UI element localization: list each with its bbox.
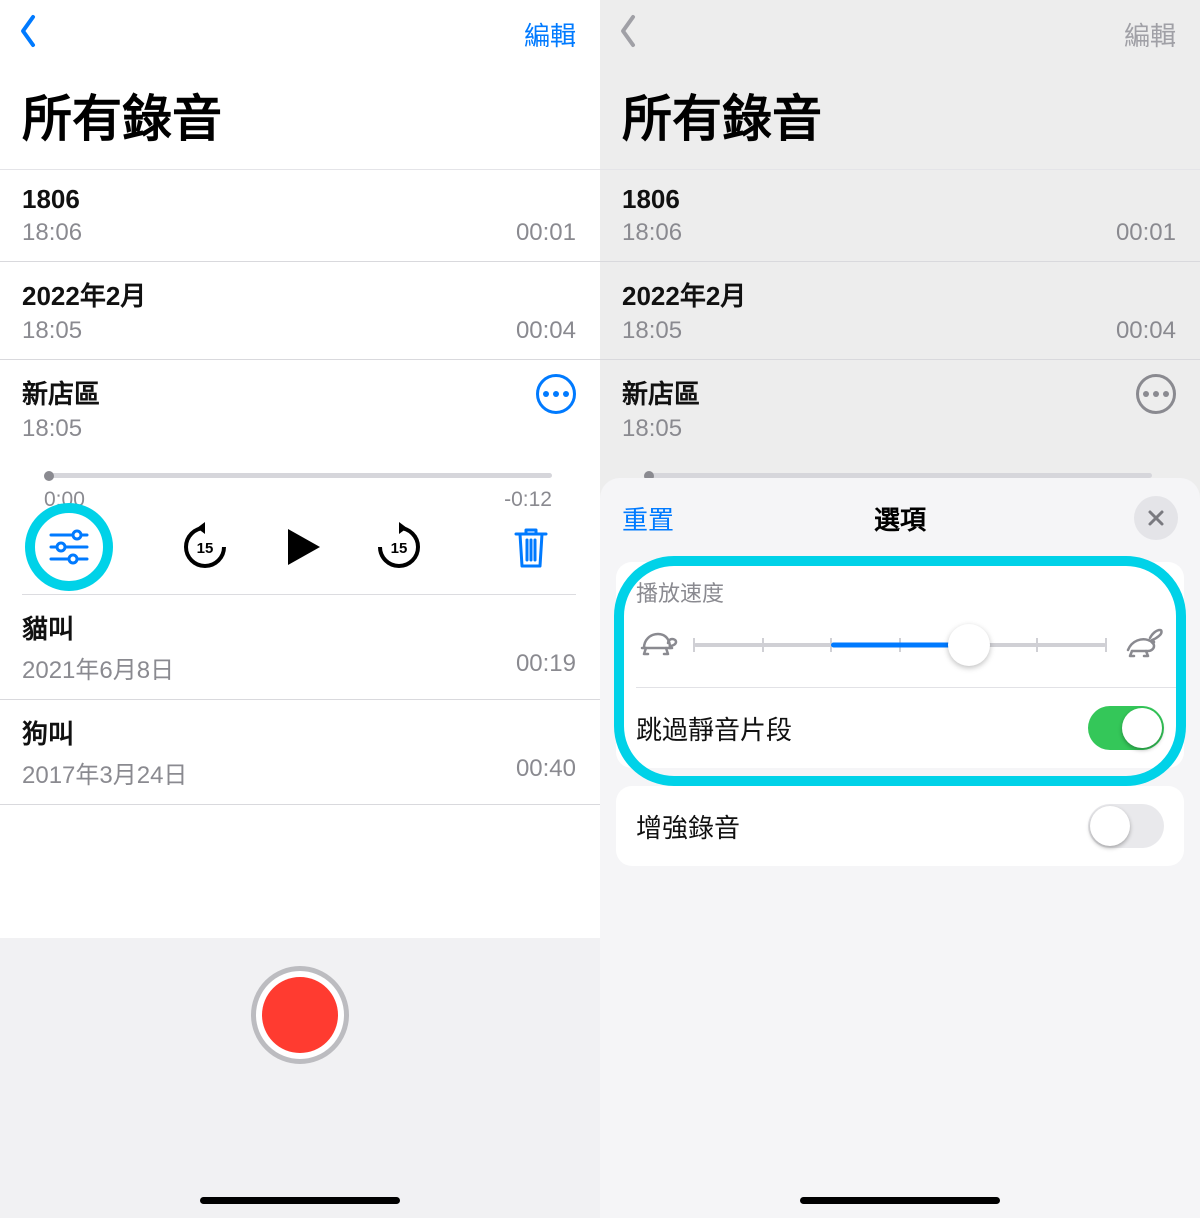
- recording-time: 18:05: [622, 415, 682, 443]
- ellipsis-icon: [543, 391, 569, 397]
- recording-row[interactable]: 2022年2月 18:05 00:04: [600, 262, 1200, 360]
- recording-row[interactable]: 1806 18:06 00:01: [0, 169, 600, 262]
- recording-time: 18:06: [22, 219, 82, 247]
- recording-title: 1806: [22, 184, 576, 215]
- page-title: 所有錄音: [22, 79, 600, 151]
- recording-time: 18:05: [622, 317, 682, 345]
- recording-duration: 00:19: [516, 650, 576, 685]
- recordings-list: 1806 18:06 00:01 2022年2月 18:05 00:04 新店區 1…: [0, 169, 600, 805]
- nav-bar: 編輯: [600, 0, 1200, 59]
- playback-speed-slider[interactable]: [694, 631, 1106, 659]
- recording-title: 新店區: [22, 374, 100, 411]
- time-elapsed: 0:00: [44, 488, 85, 512]
- svg-text:15: 15: [391, 540, 408, 557]
- recording-duration: 00:40: [516, 755, 576, 790]
- svg-text:15: 15: [197, 540, 214, 557]
- enhance-card: 增強錄音: [616, 786, 1184, 866]
- nav-bar: 編輯: [0, 0, 600, 59]
- recording-title: 貓叫: [22, 609, 576, 646]
- record-bar: [0, 938, 600, 1218]
- options-sheet: 重置 選項 播放速度: [600, 478, 1200, 1218]
- recording-row[interactable]: 狗叫 2017年3月24日 00:40: [0, 700, 600, 805]
- recording-row-expanded: 新店區 18:05 0:00 -0:12: [0, 360, 600, 595]
- hare-icon: [1122, 624, 1164, 665]
- skip-silence-toggle[interactable]: [1088, 706, 1164, 750]
- recording-title: 狗叫: [22, 714, 576, 751]
- skip-silence-label: 跳過靜音片段: [636, 710, 792, 747]
- recording-row[interactable]: 2022年2月 18:05 00:04: [0, 262, 600, 360]
- enhance-label: 增強錄音: [636, 808, 740, 845]
- more-options-button[interactable]: [536, 374, 576, 414]
- sheet-title: 選項: [874, 500, 926, 537]
- tortoise-icon: [636, 624, 678, 665]
- recording-duration: 00:04: [1116, 317, 1176, 345]
- recording-title: 1806: [622, 184, 1176, 215]
- ellipsis-icon: [1143, 391, 1169, 397]
- page-title: 所有錄音: [622, 79, 1200, 151]
- recording-date: 2017年3月24日: [22, 755, 187, 790]
- enhance-toggle[interactable]: [1088, 804, 1164, 848]
- right-screen: 編輯 所有錄音 1806 18:06 00:01 2022年2月 18:05 00:…: [600, 0, 1200, 1218]
- recording-row[interactable]: 貓叫 2021年6月8日 00:19: [0, 595, 600, 700]
- speed-skip-card: 播放速度: [616, 562, 1184, 768]
- home-indicator[interactable]: [800, 1197, 1000, 1204]
- home-indicator[interactable]: [200, 1197, 400, 1204]
- recording-date: 2021年6月8日: [22, 650, 174, 685]
- skip-silence-row: 跳過靜音片段: [616, 688, 1184, 768]
- record-button[interactable]: [251, 966, 349, 1064]
- back-button[interactable]: [18, 14, 38, 55]
- recordings-list: 1806 18:06 00:01 2022年2月 18:05 00:04 新店區 1…: [600, 169, 1200, 512]
- recording-title: 新店區: [622, 374, 700, 411]
- recording-title: 2022年2月: [22, 276, 576, 313]
- playback-scrubber[interactable]: 0:00 -0:12: [44, 473, 552, 512]
- skip-back-15-button[interactable]: 15: [180, 522, 230, 572]
- enhance-row: 增強錄音: [616, 786, 1184, 866]
- play-button[interactable]: [278, 523, 326, 571]
- playback-controls: 15 15: [22, 512, 576, 595]
- playback-settings-button[interactable]: [44, 522, 94, 572]
- delete-button[interactable]: [510, 524, 552, 570]
- recording-row[interactable]: 1806 18:06 00:01: [600, 169, 1200, 262]
- recording-time: 18:05: [22, 415, 82, 443]
- recording-duration: 00:01: [516, 219, 576, 247]
- left-screen: 編輯 所有錄音 1806 18:06 00:01 2022年2月 18:05 00:…: [0, 0, 600, 1218]
- recording-time: 18:06: [622, 219, 682, 247]
- edit-button[interactable]: 編輯: [524, 16, 576, 53]
- close-button[interactable]: [1134, 496, 1178, 540]
- recording-duration: 00:01: [1116, 219, 1176, 247]
- recording-time: 18:05: [22, 317, 82, 345]
- reset-button[interactable]: 重置: [622, 500, 674, 537]
- edit-button[interactable]: 編輯: [1124, 16, 1176, 53]
- back-button[interactable]: [618, 14, 638, 55]
- recording-title: 2022年2月: [622, 276, 1176, 313]
- more-options-button[interactable]: [1136, 374, 1176, 414]
- sheet-header: 重置 選項: [616, 492, 1184, 544]
- playback-speed-label: 播放速度: [616, 562, 1184, 614]
- time-remaining: -0:12: [504, 488, 552, 512]
- recording-duration: 00:04: [516, 317, 576, 345]
- skip-forward-15-button[interactable]: 15: [374, 522, 424, 572]
- speed-row: [616, 614, 1184, 687]
